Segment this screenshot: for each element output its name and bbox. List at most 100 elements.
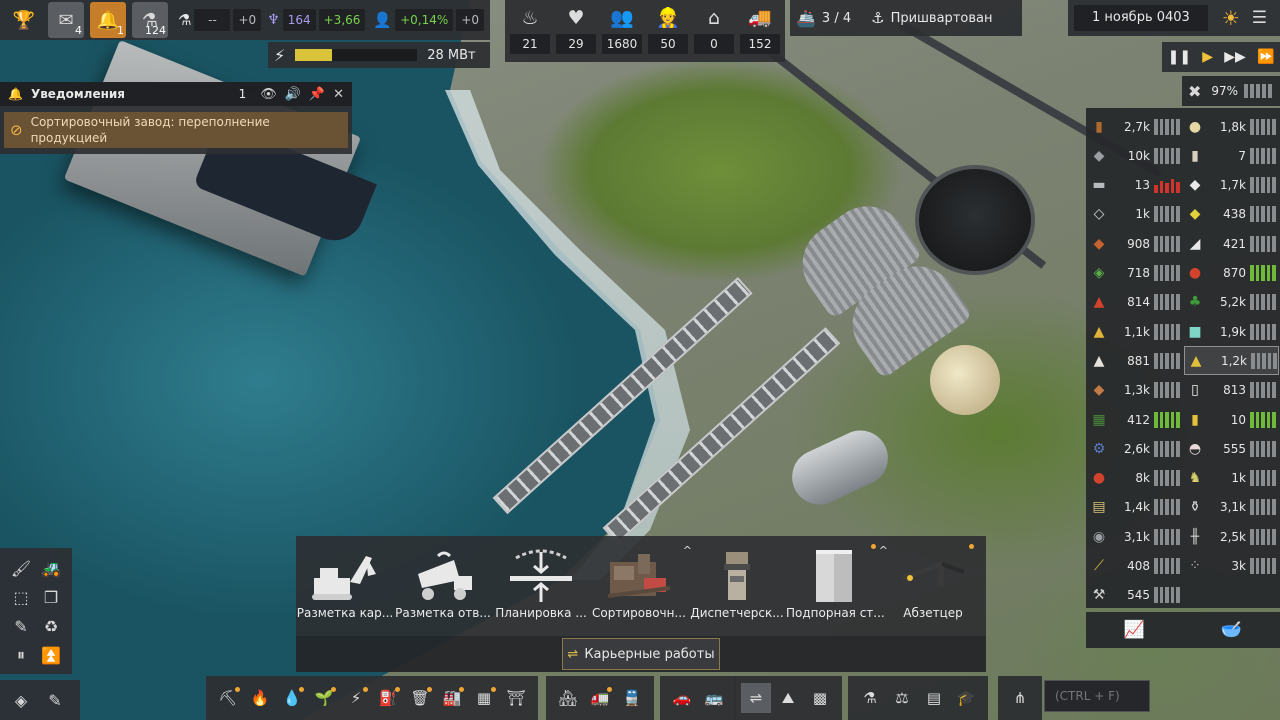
sound-icon[interactable]: 🔊 [285,87,301,102]
resource-battery[interactable]: ▮ 10 [1184,405,1279,434]
power-icon[interactable]: ⚡ [341,683,371,713]
stats-chart-icon[interactable]: 📈 [1124,620,1145,640]
tank-icon[interactable]: ⛽ [373,683,403,713]
alerts-button[interactable]: 🔔 1 [90,2,126,38]
trophy-button[interactable]: 🏆 [6,2,42,38]
ship-status[interactable]: 🚢 3 / 4 ⚓ Пришвартован [790,0,1022,36]
resource-grain[interactable]: ● 1,8k [1184,112,1279,141]
build-item-stacker[interactable]: Абзетцер [884,536,982,636]
terrain-icon[interactable]: ⛰ [773,683,803,713]
research-value[interactable]: -- [194,9,231,31]
eye-icon[interactable]: 👁 [260,87,277,102]
logistics-icon[interactable]: 🚛 [585,683,615,713]
game-date[interactable]: 1 ноябрь 0403 [1074,5,1208,31]
build-item-control-tower[interactable]: Диспетчерск... [688,536,786,636]
build-item-dump-truck[interactable]: Разметка отв... [394,536,492,636]
resource-mixed-ore[interactable]: ◈ 718 [1088,259,1183,288]
water-icon[interactable]: 💧 [277,683,307,713]
stat-health[interactable]: ♥ 29 [553,0,599,62]
car-icon[interactable]: 🚗 [667,683,697,713]
farm-icon[interactable]: 🌱 [309,683,339,713]
tab-quarry-works[interactable]: ⇌ Карьерные работы [562,638,720,670]
resource-sand[interactable]: ▲ 1,2k [1184,346,1279,376]
bulldozer-icon[interactable]: 🚜 [36,554,66,582]
stat-workers[interactable]: 👷 50 [645,0,691,62]
research-button[interactable]: ⚗ 124 [132,2,168,38]
brush-icon[interactable]: 🖌 [6,554,36,582]
recycle-icon[interactable]: ♻ [36,612,66,640]
resource-iron-ore[interactable]: ◆ 10k [1088,141,1183,170]
resource-gold[interactable]: ▲ 1,1k [1088,317,1183,346]
vehicle-depot-icon[interactable]: 🚌 [699,683,729,713]
train-icon[interactable]: 🚆 [617,683,647,713]
resource-chips[interactable]: ▦ 412 [1088,405,1183,434]
mining-icon[interactable]: ⛏ [213,683,243,713]
resource-wrench[interactable]: ⚒ 545 [1088,581,1183,610]
lab-icon[interactable]: ⚗ [855,683,885,713]
copy-icon[interactable]: ❐ [36,583,66,611]
resource-animal[interactable]: ♞ 1k [1184,464,1279,493]
sun-icon[interactable]: ☀ [1222,6,1240,30]
pop-growth-value[interactable]: +0,14% [395,9,454,31]
silo-building[interactable] [915,165,1035,275]
pin-icon[interactable]: 📌 [309,87,325,102]
pause-building-icon[interactable]: ⏸ [6,641,36,669]
tree-icon[interactable]: ⋔ [1005,683,1035,713]
resource-glass[interactable]: ■ 1,9k [1184,317,1279,346]
resource-rail[interactable]: ╫ 2,5k [1184,522,1279,551]
resource-meat[interactable]: ◓ 555 [1184,434,1279,463]
resource-rubble[interactable]: ⁘ 3k [1184,552,1279,581]
resource-wood[interactable]: ▮ 2,7k [1088,112,1183,141]
priority-icon[interactable]: ⏫ [36,641,66,669]
select-icon[interactable]: ⬚ [6,583,36,611]
resource-plant[interactable]: ♣ 5,2k [1184,288,1279,317]
resource-ingot[interactable]: ▲ 881 [1088,346,1183,375]
stat-vehicles[interactable]: 🚚 152 [737,0,783,62]
stat-population[interactable]: 👥 1680 [599,0,645,62]
notification-item[interactable]: ⊘ Сортировочный завод: переполнение прод… [4,112,348,148]
pillar-icon[interactable]: ⛩ [501,683,531,713]
resource-bottle[interactable]: ⚱ 3,1k [1184,493,1279,522]
quarry-icon[interactable]: ⇌ [741,683,771,713]
stat-housing[interactable]: ⌂ 0 [691,0,737,62]
resource-gear[interactable]: ⚙ 2,6k [1088,434,1183,463]
resource-sulfur[interactable]: ◆ 438 [1184,200,1279,229]
eyedropper-icon[interactable]: ✎ [6,612,36,640]
resource-tomato[interactable]: ● 870 [1184,259,1279,288]
education-icon[interactable]: 🎓 [951,683,981,713]
fast-forward-icon[interactable]: ▶▶ [1224,49,1246,65]
maintenance-indicator[interactable]: ✖ 97% [1182,76,1280,106]
build-item-leveling[interactable]: Планировка ... [492,536,590,636]
resource-crate[interactable]: ▤ 1,4k [1088,493,1183,522]
power-indicator[interactable]: ⚡ 28 МВт [268,42,490,68]
edit-icon[interactable]: ✎ [40,686,70,714]
layers-icon[interactable]: ◈ [6,686,36,714]
resource-gravel[interactable]: ◉ 3,1k [1088,522,1183,551]
build-item-excavator[interactable]: Разметка кар... [296,536,394,636]
resource-concrete[interactable]: ◇ 1k [1088,200,1183,229]
trash-icon[interactable]: 🗑 [405,683,435,713]
resource-paper[interactable]: ▯ 813 [1184,376,1279,405]
pause-icon[interactable]: ❚❚ [1168,49,1191,65]
menu-icon[interactable]: ☰ [1252,8,1267,28]
fastest-icon[interactable]: ⏩ [1257,49,1274,65]
resource-salt[interactable]: ◢ 421 [1184,229,1279,258]
build-item-sorting-plant[interactable]: Сортировочн... ^ [590,536,692,636]
unity-value[interactable]: 164 [282,9,316,31]
storage-tank[interactable] [930,345,1000,415]
resource-molten[interactable]: ▲ 814 [1088,288,1183,317]
close-icon[interactable]: ✕ [333,87,344,102]
play-icon[interactable]: ▶ [1202,49,1213,65]
recipes-icon[interactable]: 🥣 [1221,620,1242,640]
resource-canned-food[interactable]: ▮ 7 [1184,141,1279,170]
balance-icon[interactable]: ⚖ [887,683,917,713]
fire-icon[interactable]: 🔥 [245,683,275,713]
resource-sugar[interactable]: ◆ 1,7k [1184,171,1279,200]
document-icon[interactable]: ▤ [919,683,949,713]
factory-icon[interactable]: 🏭 [437,683,467,713]
grid-icon[interactable]: ▩ [805,683,835,713]
mail-button[interactable]: ✉ 4 [48,2,84,38]
resource-pipe[interactable]: ⟋ 408 [1088,552,1183,581]
warehouse-icon[interactable]: ▦ [469,683,499,713]
search-input[interactable] [1044,680,1150,712]
